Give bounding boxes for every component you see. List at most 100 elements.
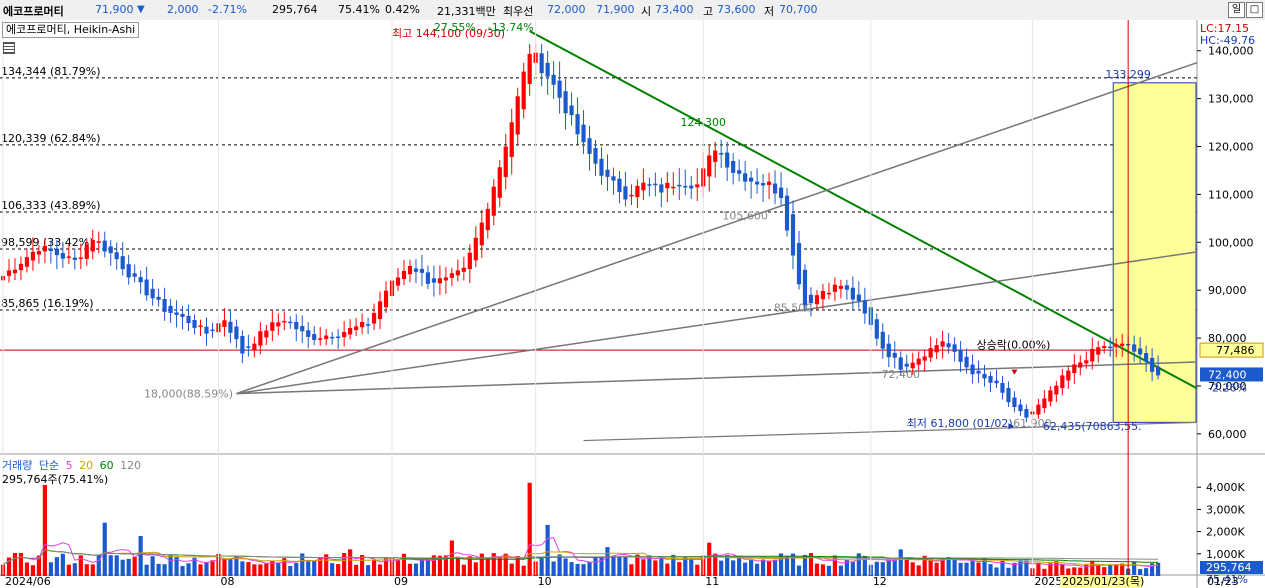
candle-body: [641, 182, 646, 191]
volume-bar: [778, 553, 784, 576]
hc-label: HC:-49.76: [1200, 34, 1255, 47]
candle-body: [1108, 346, 1113, 349]
point-label-3: 72,400: [881, 368, 920, 381]
candle-body: [228, 321, 233, 333]
volume-bar: [1132, 561, 1137, 576]
candle-body: [563, 91, 568, 114]
candle-body: [1090, 348, 1095, 362]
time-label: 08: [220, 575, 234, 588]
volume-bar: [838, 565, 843, 576]
candle-body: [922, 356, 927, 361]
volume-bar: [401, 553, 407, 576]
volume-bar: [1090, 560, 1095, 576]
candle-body: [605, 169, 610, 177]
volume-bar: [150, 556, 155, 576]
candle-body: [264, 330, 269, 338]
volume-bar: [461, 564, 466, 576]
volume-bar: [826, 565, 832, 576]
volume-bar: [731, 560, 736, 576]
stock-name[interactable]: 에코프로머티: [3, 3, 64, 19]
volume-bar: [419, 559, 425, 576]
candle-body: [1060, 375, 1065, 389]
candle-body: [832, 284, 837, 292]
candle-body: [60, 253, 65, 259]
volume-bar: [336, 564, 341, 576]
time-cursor-label: 2025/01/23(목): [1062, 575, 1144, 588]
volume-bar: [581, 564, 586, 576]
volume-bar: [988, 564, 993, 576]
volume-bar: [743, 562, 748, 576]
candle-body: [683, 185, 688, 188]
candle-body: [778, 187, 784, 198]
candle-body: [354, 326, 359, 331]
volume-bar: [964, 562, 969, 576]
volume-bar: [814, 563, 820, 576]
y-tick-label: 90,000: [1208, 284, 1247, 297]
volume-bar: [641, 559, 646, 576]
candle-body: [677, 184, 682, 187]
volume-bar: [760, 559, 766, 576]
candle-body: [755, 181, 760, 185]
volume-bar: [509, 563, 514, 576]
candle-body: [120, 256, 125, 270]
candle-body: [916, 358, 921, 365]
menu-icon[interactable]: [3, 42, 15, 54]
volume: 295,764: [272, 3, 318, 16]
candle-body: [342, 332, 347, 338]
low: 70,700: [779, 3, 818, 16]
candle-body: [48, 248, 53, 252]
candle-body: [707, 155, 712, 177]
time-label: 2024/06: [5, 575, 51, 588]
volume-bar: [288, 565, 293, 576]
candle-body: [796, 242, 802, 285]
volume-bar: [66, 564, 71, 576]
volume-axis: 1,000K2,000K3,000K4,000K295,76475.41%: [1200, 481, 1263, 586]
candle-body: [665, 182, 670, 189]
candle-body: [976, 370, 981, 374]
volume-bar: [485, 557, 490, 576]
volume-bars: [0, 482, 1161, 576]
volume-bar: [180, 565, 185, 576]
volume-bar: [1054, 561, 1059, 576]
candle-body: [42, 245, 47, 252]
volume-bar: [689, 558, 694, 576]
candle-body: [856, 294, 861, 301]
candle-body: [300, 326, 305, 332]
volume-bar: [1006, 567, 1011, 576]
candle-body: [360, 322, 365, 328]
candle-body: [521, 71, 526, 110]
candle-body: [210, 329, 215, 332]
candle-body: [1144, 353, 1149, 362]
volume-bar: [413, 563, 419, 576]
candle-body: [336, 336, 341, 338]
candle-body: [318, 338, 323, 340]
candle-body: [617, 178, 622, 193]
y-tick-label: 120,000: [1208, 141, 1254, 154]
restore-button[interactable]: □: [1246, 2, 1263, 18]
volume-bar: [84, 564, 89, 576]
candle-body: [611, 176, 616, 181]
candle-body: [844, 285, 849, 290]
volume-bar: [222, 558, 227, 576]
candle-body: [1072, 364, 1077, 374]
period-button[interactable]: 일: [1228, 2, 1245, 18]
volume-bar: [407, 563, 413, 576]
candle-body: [330, 336, 335, 339]
candle-body: [6, 270, 12, 276]
candle-body: [575, 114, 580, 135]
volume-bar: [132, 556, 137, 576]
volume-bar: [102, 522, 107, 576]
candle-body: [479, 222, 484, 246]
candle-body: [18, 263, 24, 271]
current-price-label: 72,400: [1208, 368, 1247, 381]
chart[interactable]: 134,344 (81.79%) 120,339 (62.84%) 106,333 …: [0, 20, 1265, 588]
candle-body: [862, 300, 867, 314]
candle-body: [306, 330, 311, 337]
candle-body: [814, 295, 820, 305]
candle-body: [838, 285, 843, 289]
time-label: 10: [538, 575, 552, 588]
candle-body: [407, 265, 413, 275]
candle-body: [24, 257, 30, 267]
volume-bar: [796, 565, 802, 576]
candle-body: [78, 257, 83, 259]
